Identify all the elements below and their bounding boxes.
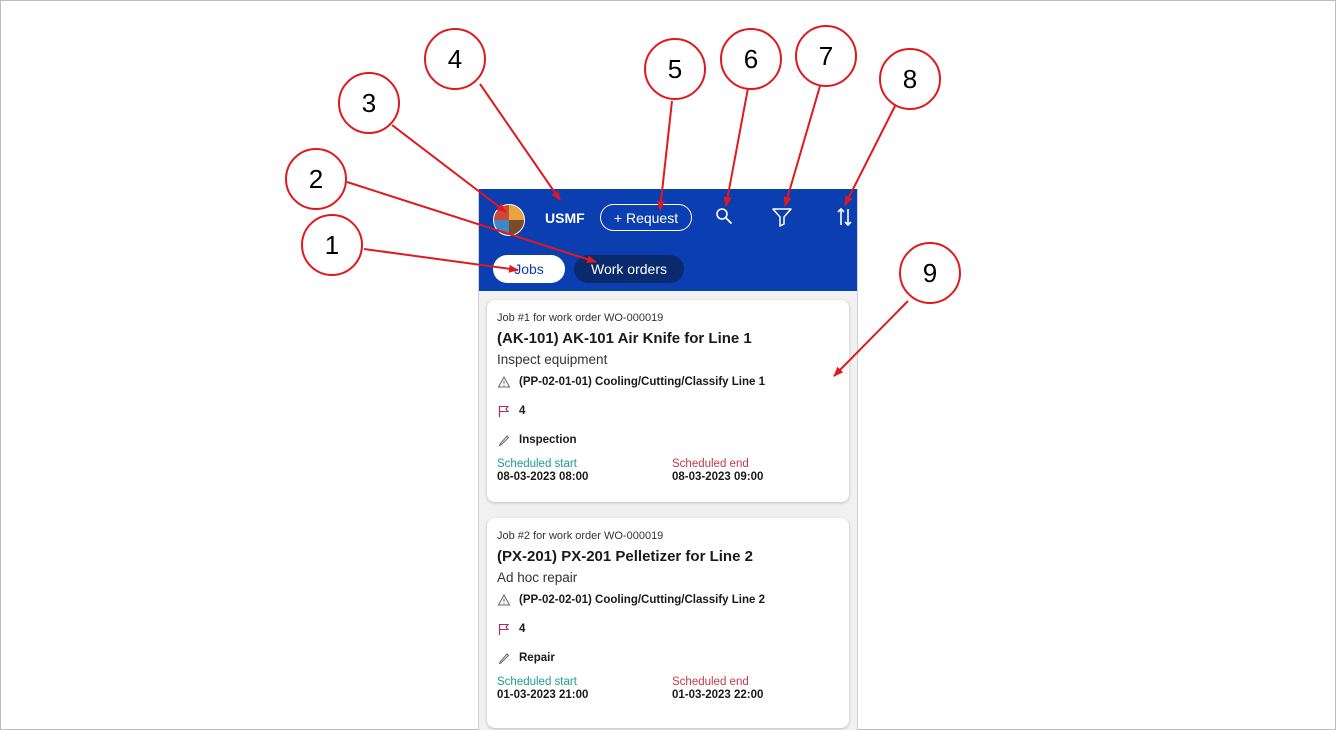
callout-arrows	[346, 83, 909, 377]
callout-arrow-2	[346, 181, 597, 264]
callout-7: 7	[795, 25, 857, 87]
callout-arrow-4	[479, 83, 561, 201]
callout-3: 3	[338, 72, 400, 134]
callout-5: 5	[644, 38, 706, 100]
callout-arrow-3	[391, 124, 507, 213]
callout-arrow-1	[363, 248, 519, 273]
callout-8: 8	[879, 48, 941, 110]
callout-4: 4	[424, 28, 486, 90]
callout-1: 1	[301, 214, 363, 276]
callout-9: 9	[899, 242, 961, 304]
callout-arrow-8	[844, 103, 897, 206]
callout-arrow-6	[723, 87, 749, 207]
callout-arrow-7	[783, 85, 821, 207]
callout-arrow-9	[833, 300, 909, 377]
callout-6: 6	[720, 28, 782, 90]
callout-2: 2	[285, 148, 347, 210]
callout-arrow-5	[657, 100, 673, 211]
